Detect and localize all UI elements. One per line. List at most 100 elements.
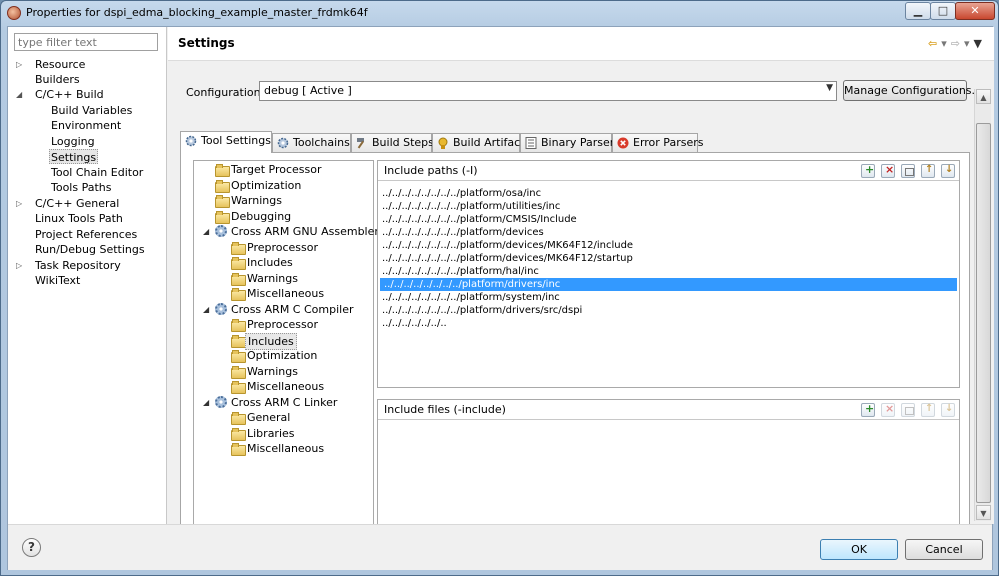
collapse-icon[interactable]: ◢ xyxy=(203,224,211,239)
include-files-toolbar xyxy=(855,402,955,420)
move-down-icon[interactable] xyxy=(941,164,955,178)
settings-page: Settings ⇦ ▾ ⇨ ▾ ▼ Configuration: debug [ Ac… xyxy=(168,27,994,525)
forward-arrow-icon[interactable]: ⇨ xyxy=(951,37,960,50)
sidebar-item-project-references[interactable]: Project References xyxy=(35,227,137,242)
collapse-icon[interactable]: ◢ xyxy=(203,395,211,410)
include-path-row[interactable]: ../../../../../../../../platform/hal/inc xyxy=(378,265,959,278)
include-path-row[interactable]: ../../../../../../../../platform/devices… xyxy=(378,239,959,252)
properties-window: Properties for dspi_edma_blocking_exampl… xyxy=(0,0,999,576)
options-folder-icon xyxy=(231,288,246,301)
include-path-row[interactable]: ../../../../../../../../platform/system/… xyxy=(378,291,959,304)
vertical-scrollbar[interactable]: ▲ ▼ xyxy=(974,89,991,521)
include-path-row[interactable]: ../../../../../../../../platform/CMSIS/I… xyxy=(378,213,959,226)
tab-tool-settings[interactable]: Tool Settings xyxy=(180,131,272,153)
configuration-label: Configuration: xyxy=(186,86,265,99)
back-menu-icon[interactable]: ▾ xyxy=(941,37,947,50)
binary-icon xyxy=(525,137,537,149)
property-page-tree: ▷Resource Builders ◢C/C++ Build Build Va… xyxy=(8,27,167,524)
sidebar-item-run-debug-settings[interactable]: Run/Debug Settings xyxy=(35,242,145,257)
delete-path-icon[interactable] xyxy=(881,163,895,178)
options-folder-icon xyxy=(231,412,246,425)
collapse-icon[interactable]: ◢ xyxy=(203,302,211,317)
expand-icon[interactable]: ▷ xyxy=(16,199,25,209)
dialog-client: ▷Resource Builders ◢C/C++ Build Build Va… xyxy=(7,26,994,570)
forward-menu-icon[interactable]: ▾ xyxy=(964,37,970,50)
collapse-icon[interactable]: ◢ xyxy=(16,90,25,100)
include-paths-header: Include paths (-I) xyxy=(378,161,959,181)
manage-configurations-button[interactable]: Manage Configurations... xyxy=(843,80,982,101)
title-bar[interactable]: Properties for dspi_edma_blocking_exampl… xyxy=(1,1,998,25)
view-menu-icon[interactable]: ▼ xyxy=(974,37,982,50)
include-path-row[interactable]: ../../../../../../../../platform/utiliti… xyxy=(378,200,959,213)
sidebar-item-wikitext[interactable]: WikiText xyxy=(35,273,80,288)
hammer-icon xyxy=(356,137,368,149)
cancel-button[interactable]: Cancel xyxy=(905,539,983,560)
scroll-down-icon[interactable]: ▼ xyxy=(976,505,991,520)
options-folder-icon xyxy=(231,428,246,441)
tab-toolchains[interactable]: Toolchains xyxy=(272,133,351,152)
include-files-header: Include files (-include) xyxy=(378,400,959,420)
history-nav: ⇦ ▾ ⇨ ▾ ▼ xyxy=(924,37,982,50)
artifact-icon xyxy=(437,137,449,149)
back-arrow-icon[interactable]: ⇦ xyxy=(928,37,937,50)
options-folder-icon xyxy=(231,350,246,363)
tool-settings-tree: Target Processor Optimization Warnings D… xyxy=(193,160,379,525)
include-paths-list[interactable]: ../../../../../../../../platform/osa/inc… xyxy=(378,187,959,330)
include-paths-toolbar xyxy=(855,163,955,181)
app-icon xyxy=(7,6,21,20)
sidebar-item-builders[interactable]: Builders xyxy=(35,72,80,87)
expand-icon[interactable]: ▷ xyxy=(16,261,25,271)
sidebar-item-logging[interactable]: Logging xyxy=(51,134,95,149)
maximize-button[interactable]: □ xyxy=(930,2,956,20)
tab-build-steps[interactable]: Build Steps xyxy=(351,133,434,152)
page-title: Settings xyxy=(178,36,235,50)
configuration-row: Configuration: debug [ Active ] ▼ Manage… xyxy=(178,71,982,131)
delete-file-icon[interactable] xyxy=(881,402,895,417)
scroll-up-icon[interactable]: ▲ xyxy=(976,89,991,104)
move-down-icon[interactable] xyxy=(941,403,955,417)
include-path-row[interactable]: ../../../../../../../../platform/drivers… xyxy=(378,304,959,317)
scroll-thumb[interactable] xyxy=(976,123,991,503)
filter-input[interactable] xyxy=(14,33,158,51)
settings-tabs: Tool Settings Toolchains Build Steps Bui… xyxy=(180,131,970,153)
include-path-row[interactable]: ../../../../../../../../platform/osa/inc xyxy=(378,187,959,200)
sidebar-item-environment[interactable]: Environment xyxy=(51,118,121,133)
options-folder-icon xyxy=(231,381,246,394)
include-paths-title: Include paths (-I) xyxy=(384,164,478,177)
dialog-button-bar: ? OK Cancel xyxy=(8,524,992,570)
minimize-button[interactable]: ▁ xyxy=(905,2,931,20)
sidebar-item-build-variables[interactable]: Build Variables xyxy=(51,103,132,118)
sidebar-item-settings[interactable]: Settings xyxy=(49,149,99,164)
tool-gear-icon xyxy=(215,303,227,315)
add-path-icon[interactable] xyxy=(861,163,875,178)
sidebar-item-linux-tools-path[interactable]: Linux Tools Path xyxy=(35,211,123,226)
configuration-select[interactable]: debug [ Active ] ▼ xyxy=(259,81,837,101)
tree-item-includes-selected[interactable]: Includes xyxy=(231,333,297,350)
tool-gear-icon xyxy=(215,225,227,237)
expand-icon[interactable]: ▷ xyxy=(16,60,25,70)
edit-file-icon[interactable] xyxy=(901,403,915,417)
dropdown-caret-icon: ▼ xyxy=(826,83,833,93)
help-icon[interactable]: ? xyxy=(22,538,41,557)
edit-path-icon[interactable] xyxy=(901,164,915,178)
tab-binary-parsers[interactable]: Binary Parsers xyxy=(520,133,620,152)
error-icon xyxy=(617,137,629,149)
move-up-icon[interactable] xyxy=(921,164,935,178)
tab-error-parsers[interactable]: Error Parsers xyxy=(612,133,703,152)
ok-button[interactable]: OK xyxy=(820,539,898,560)
include-path-row[interactable]: ../../../../../../.. xyxy=(378,317,959,330)
include-path-row[interactable]: ../../../../../../../../platform/devices xyxy=(378,226,959,239)
include-path-row[interactable]: ../../../../../../../../platform/devices… xyxy=(378,252,959,265)
sidebar-item-tool-chain-editor[interactable]: Tool Chain Editor xyxy=(51,165,143,180)
include-path-row[interactable]: ../../../../../../../../platform/drivers… xyxy=(380,278,957,291)
options-folder-icon xyxy=(231,443,246,456)
options-folder-icon xyxy=(231,257,246,270)
options-folder-icon xyxy=(231,242,246,255)
sidebar-item-tools-paths[interactable]: Tools Paths xyxy=(51,180,112,195)
tab-build-artifact[interactable]: Build Artifact xyxy=(432,133,525,152)
close-button[interactable]: ✕ xyxy=(955,2,995,20)
options-folder-icon xyxy=(231,366,246,379)
move-up-icon[interactable] xyxy=(921,403,935,417)
add-file-icon[interactable] xyxy=(861,402,875,417)
options-folder-icon xyxy=(215,211,230,224)
